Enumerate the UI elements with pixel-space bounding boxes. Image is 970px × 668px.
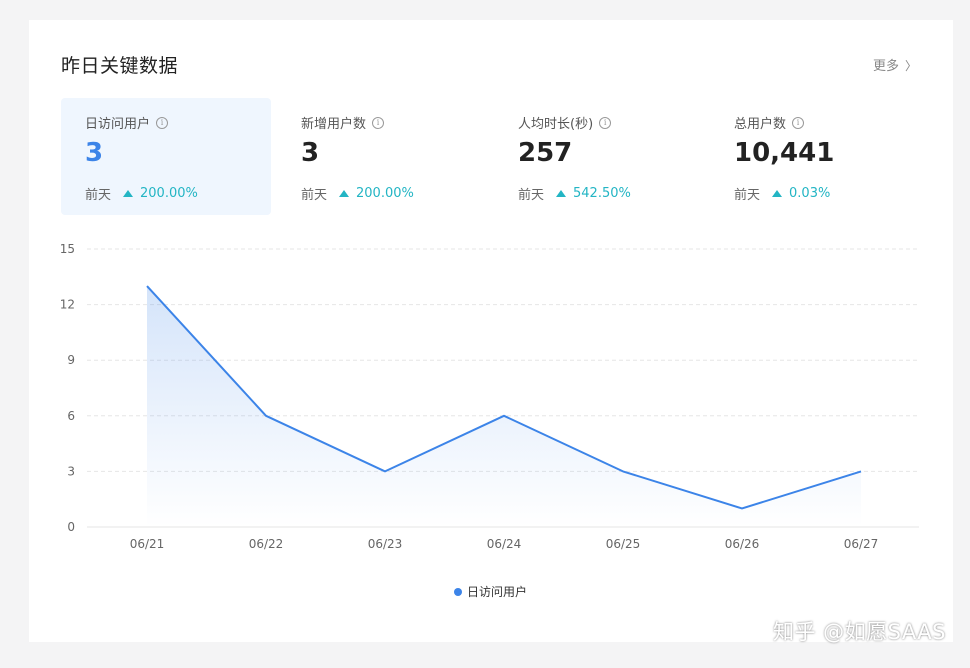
y-tick-label: 3 (67, 464, 75, 478)
x-tick-label: 06/27 (844, 537, 879, 551)
chart-legend[interactable]: 日访问用户 (454, 583, 527, 600)
x-tick-label: 06/21 (130, 537, 165, 551)
data-point[interactable] (740, 506, 744, 510)
x-tick-label: 06/24 (487, 537, 522, 551)
data-point[interactable] (859, 469, 863, 473)
x-tick-label: 06/23 (368, 537, 403, 551)
data-point[interactable] (145, 284, 149, 288)
key-data-card: 昨日关键数据 更多〉 日访问用户 i 3 前天 200.00% 新增用户数 i 3 前… (29, 20, 953, 642)
y-tick-label: 0 (67, 520, 75, 534)
data-point[interactable] (502, 414, 506, 418)
legend-label: 日访问用户 (467, 585, 528, 599)
y-tick-label: 15 (60, 242, 75, 256)
y-tick-label: 9 (67, 353, 75, 367)
data-point[interactable] (264, 414, 268, 418)
visitors-line-chart[interactable]: 0 3 6 9 12 15 06/21 06/22 06/23 06/24 06/25 06/26 0… (29, 20, 953, 642)
data-point[interactable] (383, 469, 387, 473)
x-tick-label: 06/26 (725, 537, 760, 551)
x-tick-label: 06/22 (249, 537, 284, 551)
y-tick-label: 6 (67, 409, 75, 423)
series-area (147, 286, 861, 527)
legend-dot (454, 587, 462, 596)
data-point[interactable] (621, 469, 625, 473)
watermark: 知乎 @如愿SAAS (772, 620, 946, 644)
y-tick-label: 12 (60, 298, 75, 312)
x-tick-label: 06/25 (606, 537, 641, 551)
